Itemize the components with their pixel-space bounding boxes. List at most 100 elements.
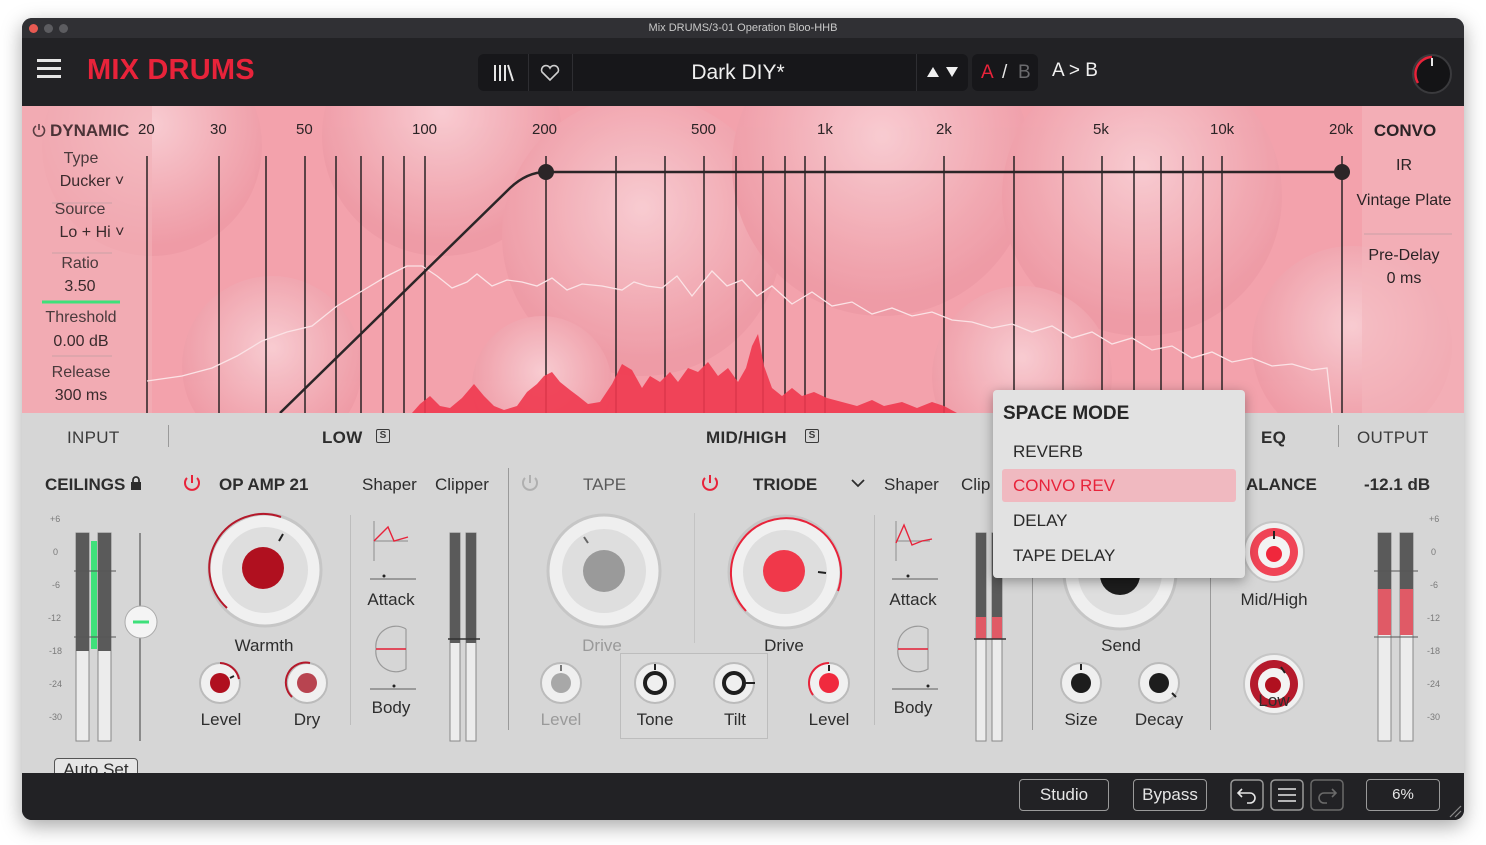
convo-predelay-value[interactable]: 0 ms <box>1354 270 1454 288</box>
low-level-label: Level <box>200 710 242 729</box>
brand-logo: MIX DRUMS <box>87 54 255 86</box>
freq-label-2k: 2k <box>936 121 952 138</box>
chevron-down-icon[interactable] <box>850 477 866 489</box>
ab-b-label[interactable]: B <box>1018 54 1031 91</box>
dynamic-source-dropdown[interactable]: Lo + Hi ˅ <box>42 224 142 242</box>
dynamic-ratio-label: Ratio <box>61 255 99 272</box>
cpu-meter: 6% <box>1366 779 1440 811</box>
freq-label-10k: 10k <box>1210 121 1235 138</box>
dynamic-title: DYNAMIC <box>50 121 130 140</box>
zoom-window-icon[interactable] <box>59 24 68 33</box>
bypass-button[interactable]: Bypass <box>1133 779 1207 811</box>
send-label: Send <box>1101 636 1141 655</box>
warmth-knob[interactable] <box>203 508 327 632</box>
midhigh-solo-button[interactable]: S <box>805 429 819 443</box>
dynamic-type-label: Type <box>63 150 99 167</box>
input-tick: -24 <box>49 679 63 689</box>
midhigh-shaper-body-graph[interactable] <box>892 625 938 695</box>
midhigh-attack-label: Attack <box>889 590 937 609</box>
output-tick: -18 <box>1427 646 1441 656</box>
input-tick: +6 <box>50 514 61 524</box>
space-size-knob[interactable] <box>1057 659 1105 707</box>
dynamic-type-value[interactable]: Ducker <box>60 173 111 190</box>
tape-drive-knob[interactable] <box>544 511 664 631</box>
space-decay-knob[interactable] <box>1135 659 1183 707</box>
control-panel: INPUT LOW S MID/HIGH S EQ OUTPUT CEILING… <box>22 413 1464 782</box>
convo-title: CONVO <box>1373 121 1437 140</box>
triode-level-knob[interactable] <box>805 659 853 707</box>
tape-module-title[interactable]: TAPE <box>583 475 626 495</box>
space-mode-delay[interactable]: DELAY <box>1002 504 1236 537</box>
output-level-knob[interactable] <box>1408 50 1456 98</box>
input-tick: 0 <box>53 547 59 557</box>
convo-ir-value[interactable]: Vintage Plate <box>1344 192 1464 210</box>
chevron-down-icon: ˅ <box>110 173 125 190</box>
low-level-knob[interactable] <box>196 659 244 707</box>
tape-power-icon[interactable] <box>520 473 540 493</box>
space-mode-tape-delay[interactable]: TAPE DELAY <box>1002 539 1236 572</box>
output-tick: -12 <box>1427 613 1441 623</box>
dynamic-ratio-value[interactable]: 3.50 <box>47 278 113 296</box>
favorite-heart-icon[interactable] <box>539 64 561 82</box>
undo-icon[interactable] <box>1230 779 1264 811</box>
ceiling-slider-handle[interactable] <box>122 603 160 641</box>
output-tick: -24 <box>1427 679 1441 689</box>
low-solo-button[interactable]: S <box>376 429 390 443</box>
redo-icon[interactable] <box>1310 779 1344 811</box>
tape-level-knob[interactable] <box>537 659 585 707</box>
dynamic-source-value[interactable]: Lo + Hi <box>60 224 111 241</box>
preset-name[interactable]: Dark DIY* <box>598 61 878 85</box>
low-clipper-meter[interactable] <box>448 531 482 746</box>
low-attack-label: Attack <box>367 590 415 609</box>
spectrum-display[interactable]: DYNAMIC Type Ducker ˅ Source Lo + Hi ˅ R… <box>22 106 1464 413</box>
window-title: Mix DRUMS/3-01 Operation Bloo-HHB <box>648 22 838 34</box>
footer-bar: Studio Bypass 6% <box>22 773 1464 820</box>
tilt-knob[interactable] <box>711 660 761 706</box>
spectrum-graph[interactable] <box>22 106 1464 413</box>
space-mode-convo-rev[interactable]: CONVO REV <box>1002 469 1236 502</box>
dynamic-threshold-value[interactable]: 0.00 dB <box>36 333 126 351</box>
dynamic-release-value[interactable]: 300 ms <box>40 387 122 405</box>
low-body-label: Body <box>371 698 411 717</box>
eq-midhigh-knob[interactable] <box>1241 519 1307 585</box>
dynamic-power-icon[interactable] <box>32 123 46 137</box>
opamp-power-icon[interactable] <box>182 473 202 493</box>
space-mode-dropdown: SPACE MODE REVERB CONVO REV DELAY TAPE D… <box>993 390 1245 578</box>
ab-slash: / <box>1002 62 1008 83</box>
input-tick: -30 <box>49 712 63 722</box>
tone-knob[interactable] <box>632 660 678 706</box>
low-clipper-label: Clipper <box>435 475 489 494</box>
midhigh-shaper-attack-graph[interactable] <box>892 517 938 585</box>
low-dry-knob[interactable] <box>283 659 331 707</box>
freq-label-500: 500 <box>691 121 717 138</box>
triode-power-icon[interactable] <box>700 473 720 493</box>
opamp-module-title[interactable]: OP AMP 21 <box>219 475 308 495</box>
minimize-window-icon[interactable] <box>44 24 53 33</box>
dynamic-threshold-label: Threshold <box>45 309 117 326</box>
history-list-icon[interactable] <box>1270 779 1304 811</box>
studio-button[interactable]: Studio <box>1019 779 1109 811</box>
menu-icon[interactable] <box>37 59 61 79</box>
triode-module-title[interactable]: TRIODE <box>753 475 817 495</box>
ceilings-label: CEILINGS <box>45 475 126 494</box>
close-window-icon[interactable] <box>29 24 38 33</box>
triode-drive-knob[interactable] <box>724 511 846 633</box>
output-value[interactable]: -12.1 dB <box>1364 475 1430 495</box>
space-mode-reverb[interactable]: REVERB <box>1002 435 1236 468</box>
ab-switch[interactable]: A / B <box>972 54 1038 91</box>
title-bar: Mix DRUMS/3-01 Operation Bloo-HHB <box>22 18 1464 38</box>
library-icon[interactable] <box>492 63 514 83</box>
resize-handle-icon[interactable] <box>1448 804 1462 818</box>
lowcut-node-handle[interactable] <box>538 164 554 180</box>
dynamic-type-dropdown[interactable]: Ducker ˅ <box>42 173 142 191</box>
freq-label-30: 30 <box>210 121 227 138</box>
tape-level-label: Level <box>540 710 582 729</box>
decay-label: Decay <box>1134 710 1184 729</box>
lock-icon[interactable] <box>129 475 143 491</box>
highcut-node-handle[interactable] <box>1334 164 1350 180</box>
ab-a-label[interactable]: A <box>981 54 994 91</box>
low-shaper-attack-graph[interactable] <box>370 517 416 585</box>
low-shaper-body-graph[interactable] <box>370 625 416 695</box>
ab-copy-button[interactable]: A > B <box>1052 60 1098 82</box>
preset-prev-next-icon[interactable] <box>926 65 962 79</box>
